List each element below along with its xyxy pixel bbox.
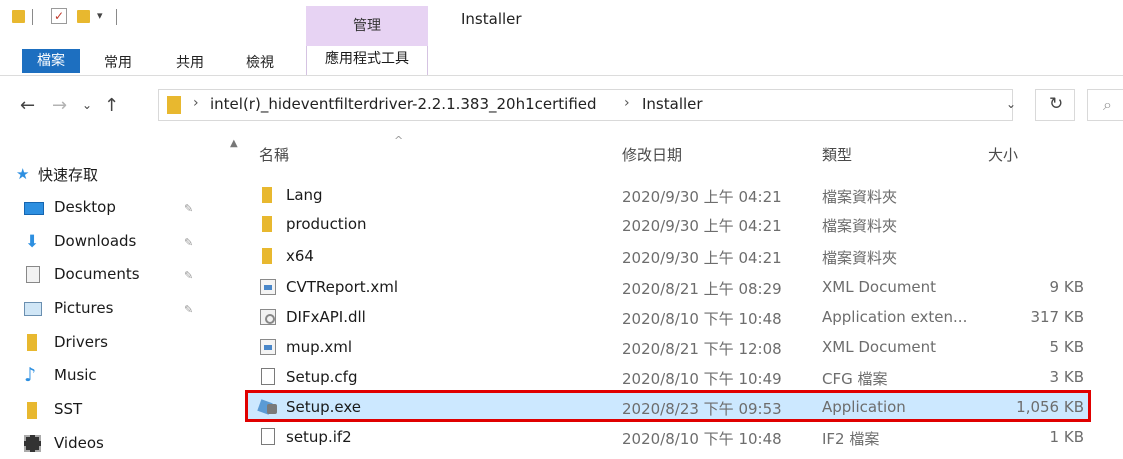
sidebar-item-music[interactable]: Music (54, 366, 97, 384)
download-icon: ⬇ (25, 232, 40, 252)
sidebar-item-documents[interactable]: Documents (54, 265, 140, 283)
properties-icon[interactable]: ✓ (51, 8, 67, 24)
file-type: Application exten... (822, 308, 968, 326)
tab-file[interactable]: 檔案 (22, 49, 80, 73)
dll-file-icon (260, 309, 276, 325)
file-date: 2020/8/21 上午 08:29 (622, 280, 782, 298)
file-size: 1 KB (1049, 428, 1084, 446)
desktop-icon (24, 202, 44, 215)
xml-file-icon (260, 339, 276, 355)
sidebar-item-videos[interactable]: Videos (54, 434, 104, 452)
search-icon[interactable]: ⌕ (1103, 95, 1112, 115)
tab-application-tools[interactable]: 應用程式工具 (306, 46, 428, 76)
pin-icon: ✎ (184, 303, 194, 316)
up-arrow-icon[interactable]: ↑ (104, 95, 119, 116)
pin-icon: ✎ (184, 236, 194, 249)
star-icon: ★ (16, 165, 30, 183)
file-icon (261, 428, 275, 445)
forward-arrow-icon[interactable]: → (52, 95, 67, 116)
folder-icon (167, 96, 181, 114)
column-header-name[interactable]: 名稱 (259, 144, 289, 165)
sidebar-item-sst[interactable]: SST (54, 400, 82, 418)
customize-toolbar-icon[interactable]: ▾ (97, 9, 103, 22)
file-name[interactable]: Setup.cfg (286, 368, 357, 386)
back-arrow-icon[interactable]: ← (20, 95, 35, 116)
tab-view[interactable]: 檢視 (246, 52, 274, 72)
file-date: 2020/8/10 下午 10:49 (622, 370, 782, 388)
file-name[interactable]: production (286, 215, 367, 233)
documents-icon (26, 266, 40, 283)
folder-icon (27, 402, 37, 419)
chevron-right-icon[interactable]: › (193, 95, 199, 111)
file-icon (261, 368, 275, 385)
sidebar-item-pictures[interactable]: Pictures (54, 299, 113, 317)
file-size: 317 KB (1030, 308, 1084, 326)
videos-icon (24, 435, 41, 452)
recent-locations-icon[interactable]: ⌄ (82, 98, 92, 112)
file-type: XML Document (822, 338, 937, 356)
ribbon-divider (0, 75, 1123, 76)
divider (32, 9, 33, 25)
folder-icon (27, 334, 37, 351)
sort-ascending-icon: ^ (394, 134, 404, 147)
quick-access-label[interactable]: 快速存取 (38, 164, 98, 185)
file-name[interactable]: Lang (286, 186, 323, 204)
file-date: 2020/8/21 下午 12:08 (622, 340, 782, 358)
file-date: 2020/8/10 下午 10:48 (622, 430, 782, 448)
column-header-date[interactable]: 修改日期 (622, 144, 682, 165)
file-type: 檔案資料夾 (822, 217, 898, 235)
chevron-right-icon[interactable]: › (624, 95, 630, 111)
xml-file-icon (260, 279, 276, 295)
chevron-down-icon[interactable]: ⌄ (1006, 97, 1016, 111)
refresh-icon[interactable]: ↻ (1049, 94, 1063, 114)
column-header-size[interactable]: 大小 (988, 144, 1018, 165)
folder-icon (262, 187, 272, 203)
pin-icon: ✎ (184, 269, 194, 282)
sidebar-item-desktop[interactable]: Desktop (54, 198, 116, 216)
music-icon: ♪ (24, 364, 37, 386)
folder-icon (12, 10, 25, 23)
tab-home[interactable]: 常用 (104, 52, 132, 72)
pin-icon: ✎ (184, 202, 194, 215)
file-date: 2020/9/30 上午 04:21 (622, 188, 782, 206)
context-tab-group-label: 管理 (353, 18, 381, 34)
file-type: 檔案資料夾 (822, 188, 898, 206)
sidebar-item-downloads[interactable]: Downloads (54, 232, 136, 250)
scroll-up-arrow-icon[interactable]: ▲ (230, 138, 238, 149)
file-date: 2020/9/30 上午 04:21 (622, 249, 782, 267)
window-title: Installer (461, 10, 522, 28)
breadcrumb-segment[interactable]: intel(r)_hideventfilterdriver-2.2.1.383_… (210, 95, 597, 113)
file-type: 檔案資料夾 (822, 249, 898, 267)
highlight-annotation-box (245, 390, 1091, 422)
file-date: 2020/9/30 上午 04:21 (622, 217, 782, 235)
pictures-icon (24, 302, 42, 316)
file-name[interactable]: CVTReport.xml (286, 278, 398, 296)
sidebar-item-drivers[interactable]: Drivers (54, 333, 108, 351)
file-size: 5 KB (1049, 338, 1084, 356)
file-name[interactable]: setup.if2 (286, 428, 352, 446)
file-type: CFG 檔案 (822, 370, 888, 388)
file-size: 3 KB (1049, 368, 1084, 386)
file-date: 2020/8/10 下午 10:48 (622, 310, 782, 328)
column-header-type[interactable]: 類型 (822, 144, 852, 165)
file-type: IF2 檔案 (822, 430, 880, 448)
file-name[interactable]: x64 (286, 247, 314, 265)
new-folder-icon[interactable] (77, 10, 90, 23)
tab-share[interactable]: 共用 (176, 52, 204, 72)
divider (116, 9, 117, 25)
folder-icon (262, 248, 272, 264)
file-size: 9 KB (1049, 278, 1084, 296)
folder-icon (262, 216, 272, 232)
file-name[interactable]: DIFxAPI.dll (286, 308, 366, 326)
file-name[interactable]: mup.xml (286, 338, 352, 356)
file-type: XML Document (822, 278, 937, 296)
breadcrumb-segment[interactable]: Installer (642, 95, 703, 113)
